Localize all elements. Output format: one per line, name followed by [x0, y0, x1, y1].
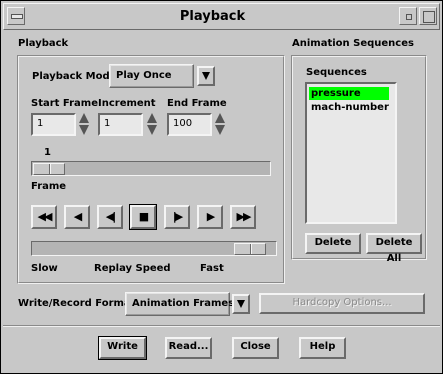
step-back-frame-icon: ◀| — [105, 210, 116, 223]
help-button[interactable]: Help — [299, 337, 346, 359]
close-button[interactable]: Close — [232, 337, 279, 359]
stop-icon: ■ — [138, 210, 149, 223]
current-frame-value: 1 — [44, 147, 51, 158]
sequences-list[interactable]: pressure mach-number — [305, 82, 397, 224]
replay-speed-slider-thumb[interactable] — [234, 243, 267, 255]
step-back-frame-button[interactable]: ◀| — [97, 205, 123, 229]
minimize-icon[interactable] — [399, 7, 417, 25]
window-menu-icon[interactable] — [7, 7, 25, 25]
frame-slider[interactable] — [31, 161, 271, 176]
record-format-select[interactable]: Animation Frames — [125, 292, 234, 316]
fast-forward-icon: ▶▶ — [236, 210, 252, 223]
playback-mode-value: Play Once — [116, 70, 172, 81]
play-button[interactable]: ▶ — [197, 205, 223, 229]
start-frame-input[interactable]: 1 — [31, 113, 76, 136]
end-frame-spinner-icon[interactable] — [215, 113, 225, 135]
fast-rewind-icon: ◀◀ — [37, 210, 53, 223]
fast-rewind-button[interactable]: ◀◀ — [31, 205, 57, 229]
window-title: Playback — [179, 9, 246, 24]
write-button[interactable]: Write — [98, 336, 147, 360]
sequence-list-item[interactable]: pressure — [309, 87, 389, 100]
play-icon: ▶ — [206, 210, 215, 223]
playback-mode-dropdown-icon[interactable] — [197, 66, 215, 86]
delete-button[interactable]: Delete — [305, 233, 361, 254]
end-frame-label: End Frame — [167, 98, 227, 109]
record-format-value: Animation Frames — [132, 298, 235, 309]
speed-fast-label: Fast — [200, 263, 224, 274]
sequence-list-item[interactable]: mach-number — [309, 101, 389, 114]
step-forward-frame-button[interactable]: |▶ — [164, 205, 190, 229]
step-back-icon: ◀ — [73, 210, 82, 223]
start-frame-spinner-icon[interactable] — [79, 113, 89, 135]
frame-label: Frame — [31, 181, 67, 192]
stop-button[interactable]: ■ — [129, 204, 157, 230]
speed-slow-label: Slow — [31, 263, 58, 274]
animation-sequences-group-label: Animation Sequences — [292, 38, 414, 49]
separator — [3, 325, 440, 327]
playback-mode-select[interactable]: Play Once — [109, 64, 194, 88]
playback-mode-label: Playback Mode — [32, 71, 117, 82]
playback-window: Playback Playback Playback Mode Play Onc… — [0, 0, 443, 374]
increment-input[interactable]: 1 — [98, 113, 143, 136]
sequences-list-label: Sequences — [306, 67, 367, 78]
fast-forward-button[interactable]: ▶▶ — [230, 205, 256, 229]
title-bar[interactable]: Playback — [3, 3, 440, 30]
replay-speed-label: Replay Speed — [94, 263, 171, 274]
end-frame-input[interactable]: 100 — [167, 113, 212, 136]
increment-spinner-icon[interactable] — [147, 113, 157, 135]
increment-label: Increment — [98, 98, 156, 109]
playback-group-label: Playback — [18, 38, 69, 49]
replay-speed-slider[interactable] — [31, 241, 277, 256]
delete-all-button[interactable]: Delete All — [366, 233, 422, 264]
hardcopy-options-button[interactable]: Hardcopy Options... — [259, 293, 425, 314]
start-frame-label: Start Frame — [31, 98, 98, 109]
step-forward-frame-icon: |▶ — [172, 210, 183, 223]
maximize-icon[interactable] — [419, 7, 437, 25]
step-back-button[interactable]: ◀ — [64, 205, 90, 229]
frame-slider-thumb[interactable] — [33, 163, 65, 175]
record-format-dropdown-icon[interactable] — [232, 294, 250, 314]
read-button[interactable]: Read... — [165, 337, 212, 359]
record-format-label: Write/Record Format — [18, 298, 136, 309]
